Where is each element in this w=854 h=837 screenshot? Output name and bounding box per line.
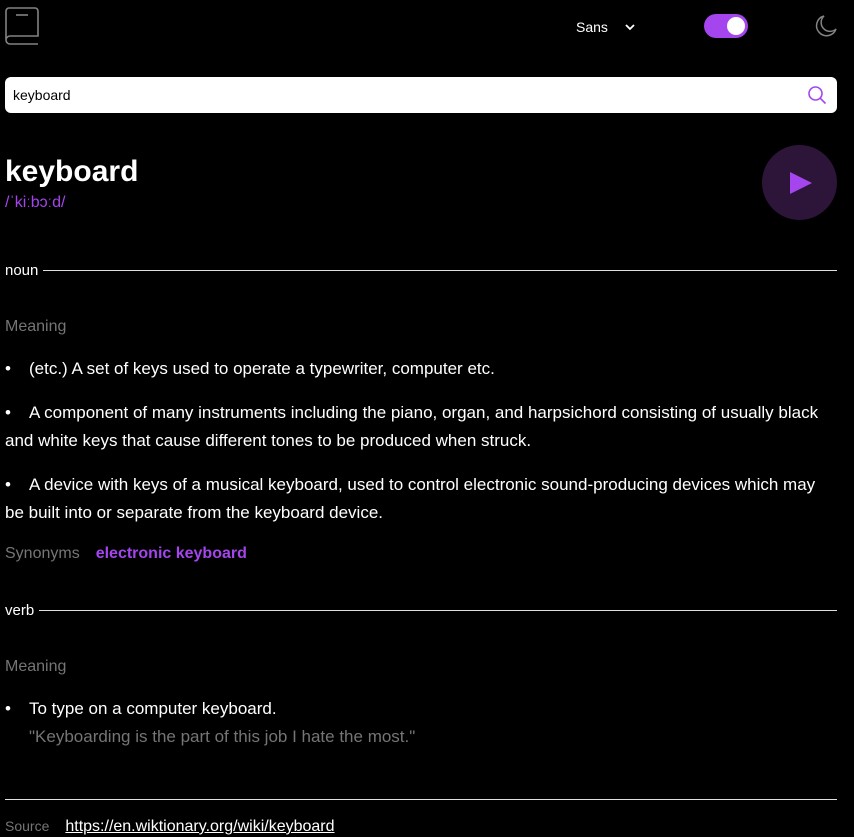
definition-text: To type on a computer keyboard. <box>29 699 277 718</box>
search-icon[interactable] <box>807 85 827 110</box>
divider-line <box>43 270 837 271</box>
bullet: • <box>5 475 11 494</box>
source-label: Source <box>5 818 50 834</box>
definition-example: "Keyboarding is the part of this job I h… <box>29 727 416 746</box>
definition-item: • A device with keys of a musical keyboar… <box>5 471 837 527</box>
bullet: • <box>5 359 11 378</box>
synonyms-row: Synonyms electronic keyboard <box>5 545 247 563</box>
divider-line <box>39 610 837 611</box>
search-bar <box>5 77 837 113</box>
theme-toggle[interactable] <box>704 14 748 38</box>
phonetic: /ˈkiːbɔːd/ <box>5 194 66 211</box>
meaning-heading: Meaning <box>5 318 67 335</box>
definition-text: A device with keys of a musical keyboard… <box>5 475 816 522</box>
moon-icon[interactable] <box>814 14 838 43</box>
source-row: Source https://en.wiktionary.org/wiki/ke… <box>5 818 335 836</box>
play-button[interactable] <box>762 145 837 220</box>
word-title: keyboard <box>5 155 139 188</box>
definition-text: (etc.) A set of keys used to operate a t… <box>29 359 495 378</box>
definition-item: • A component of many instruments includi… <box>5 399 837 455</box>
font-selector-value: Sans <box>576 19 608 35</box>
part-of-speech-verb: verb <box>5 602 837 619</box>
bullet: • <box>5 699 11 718</box>
part-of-speech-noun: noun <box>5 262 837 279</box>
definition-item: • (etc.) A set of keys used to operate a … <box>5 355 837 383</box>
meaning-heading: Meaning <box>5 658 67 675</box>
definition-text: A component of many instruments includin… <box>5 403 819 450</box>
book-icon[interactable] <box>5 7 39 50</box>
search-input[interactable] <box>13 77 793 113</box>
play-icon <box>790 172 812 194</box>
footer-divider <box>5 799 837 800</box>
bullet: • <box>5 403 11 422</box>
source-link[interactable]: https://en.wiktionary.org/wiki/keyboard <box>65 818 334 836</box>
header: Sans <box>0 0 854 60</box>
font-selector[interactable]: Sans <box>576 19 636 35</box>
definition-item: • To type on a computer keyboard. "Keyboa… <box>5 695 837 751</box>
chevron-down-icon <box>625 24 635 31</box>
part-of-speech-label: noun <box>5 262 39 279</box>
definition-list-noun: • (etc.) A set of keys used to operate a … <box>5 355 837 543</box>
synonym-link[interactable]: electronic keyboard <box>96 545 247 563</box>
definition-list-verb: • To type on a computer keyboard. "Keyboa… <box>5 695 837 767</box>
toggle-knob <box>727 17 745 35</box>
part-of-speech-label: verb <box>5 602 35 619</box>
synonyms-label: Synonyms <box>5 545 80 562</box>
